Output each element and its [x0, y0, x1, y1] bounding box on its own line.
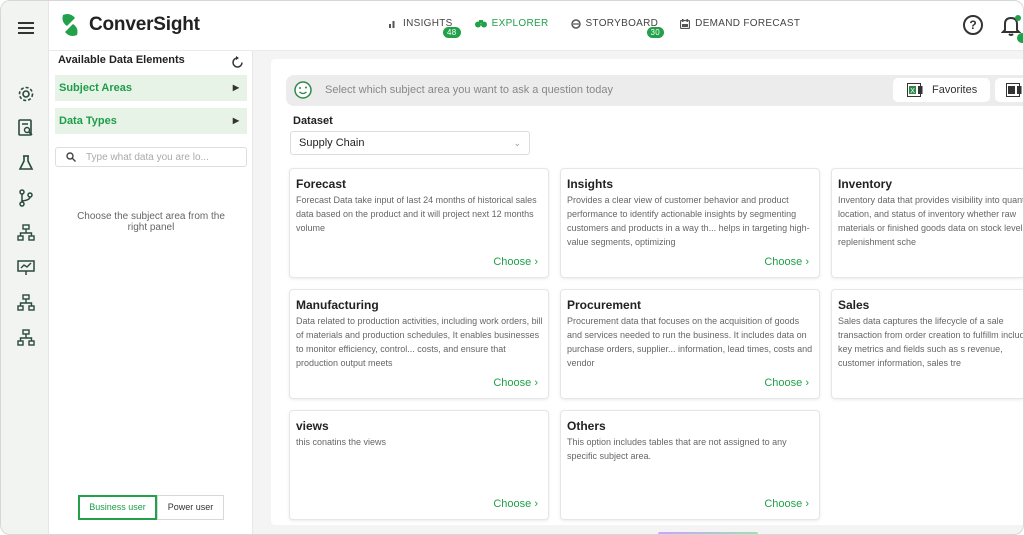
data-search: [55, 147, 247, 167]
forecast-icon: [680, 18, 691, 29]
subject-areas-label: Subject Areas: [59, 82, 132, 94]
hierarchy-icon-3[interactable]: [17, 329, 35, 347]
nav-storyboard-label: STORYBOARD: [585, 18, 659, 29]
subject-card-forecast[interactable]: Forecast Forecast Data take input of las…: [289, 168, 549, 278]
choose-link[interactable]: Choose ›: [764, 498, 809, 510]
favorites-sheet-icon: X: [907, 83, 923, 97]
expand-arrow-icon: ▶: [232, 83, 239, 92]
choose-link[interactable]: Choose ›: [764, 377, 809, 389]
menu-icon[interactable]: [18, 21, 34, 34]
dataset-value: Supply Chain: [299, 137, 365, 149]
flask-icon[interactable]: [17, 154, 35, 172]
subject-card-manufacturing[interactable]: Manufacturing Data related to production…: [289, 289, 549, 399]
nav-demand-forecast[interactable]: DEMAND FORECAST: [680, 18, 800, 29]
dataset-select[interactable]: Supply Chain ⌄: [290, 131, 530, 155]
favorites-button[interactable]: X Favorites: [893, 78, 990, 102]
hierarchy-icon[interactable]: [17, 224, 35, 242]
ask-placeholder: Select which subject area you want to as…: [325, 84, 614, 96]
card-description: This option includes tables that are not…: [567, 437, 787, 461]
search-icon: [66, 152, 76, 162]
subject-card-others[interactable]: Others This option includes tables that …: [560, 410, 820, 520]
icon-rail: [1, 1, 49, 534]
chevron-right-icon: ›: [805, 377, 809, 389]
card-title: Insights: [567, 177, 614, 191]
data-search-input[interactable]: [86, 150, 242, 164]
subject-card-sales[interactable]: Sales Sales data captures the lifecycle …: [831, 289, 1024, 399]
binoculars-icon: [474, 20, 487, 28]
chevron-right-icon: ›: [534, 498, 538, 510]
report-search-icon[interactable]: [17, 119, 35, 137]
conversight-logo-icon: [57, 12, 83, 38]
branch-icon[interactable]: [17, 189, 35, 207]
bar-chart-icon: [389, 21, 395, 28]
business-user-button[interactable]: Business user: [78, 495, 157, 520]
data-elements-panel: Available Data Elements Subject Areas ▶ …: [49, 51, 253, 534]
panel-title: Available Data Elements: [58, 54, 185, 66]
nav-demand-forecast-label: DEMAND FORECAST: [695, 18, 801, 29]
notification-badge: [1017, 33, 1023, 43]
dataset-label: Dataset: [293, 115, 333, 127]
chevron-down-icon: ⌄: [513, 138, 521, 148]
chevron-right-icon: ›: [805, 256, 809, 268]
chevron-right-icon: ›: [534, 377, 538, 389]
choose-link[interactable]: Choose ›: [493, 256, 538, 268]
card-title: Inventory: [838, 177, 893, 191]
card-title: Manufacturing: [296, 298, 379, 312]
nav-storyboard[interactable]: STORYBOARD 30: [570, 18, 665, 38]
card-description: this conatins the views: [296, 437, 387, 447]
settings-gear-icon[interactable]: [17, 85, 35, 103]
sheet-icon: [1006, 83, 1022, 97]
data-types-accordion[interactable]: Data Types ▶: [55, 108, 247, 134]
choose-link[interactable]: Choose ›: [493, 377, 538, 389]
top-nav: INSIGHTS 48 EXPLORER STORYBOARD 30 DEMAN…: [389, 18, 822, 38]
subject-areas-accordion[interactable]: Subject Areas ▶: [55, 75, 247, 101]
logo[interactable]: ConverSight: [57, 12, 200, 38]
subject-card-procurement[interactable]: Procurement Procurement data that focuse…: [560, 289, 820, 399]
logo-text: ConverSight: [89, 14, 200, 35]
card-description: Provides a clear view of customer behavi…: [567, 195, 810, 247]
storyboard-icon: [570, 18, 581, 29]
card-title: Others: [567, 419, 606, 433]
chevron-right-icon: ›: [805, 498, 809, 510]
subject-card-insights[interactable]: Insights Provides a clear view of custom…: [560, 168, 820, 278]
card-title: Forecast: [296, 177, 347, 191]
nav-explorer[interactable]: EXPLORER: [474, 18, 549, 29]
subject-card-views[interactable]: views this conatins the views Choose ›: [289, 410, 549, 520]
card-description: Forecast Data take input of last 24 mont…: [296, 195, 537, 233]
card-description: Sales data captures the lifecycle of a s…: [838, 316, 1024, 368]
card-description: Procurement data that focuses on the acq…: [567, 316, 813, 368]
assistant-face-icon: [294, 81, 312, 99]
insights-count-badge: 48: [443, 27, 461, 38]
app-window: ConverSight INSIGHTS 48 EXPLORER STORYBO…: [0, 0, 1024, 535]
storyboard-count-badge: 30: [646, 27, 665, 38]
empty-state-message: Choose the subject area from the right p…: [77, 211, 225, 233]
top-bar: ConverSight INSIGHTS 48 EXPLORER STORYBO…: [1, 1, 1023, 51]
chevron-right-icon: ›: [534, 256, 538, 268]
expand-arrow-icon: ▶: [232, 116, 239, 125]
card-title: views: [296, 419, 329, 433]
power-user-button[interactable]: Power user: [157, 495, 224, 520]
subject-card-inventory[interactable]: Inventory Inventory data that provides v…: [831, 168, 1024, 278]
presentation-icon[interactable]: [17, 259, 35, 277]
favorites-label: Favorites: [932, 84, 978, 96]
notification-dot: [1015, 15, 1021, 21]
help-icon[interactable]: ?: [963, 15, 983, 35]
card-title: Procurement: [567, 298, 642, 312]
card-description: Inventory data that provides visibility …: [838, 195, 1024, 247]
choose-link[interactable]: Choose ›: [764, 256, 809, 268]
more-button[interactable]: [995, 78, 1023, 102]
svg-text:X: X: [910, 88, 915, 95]
nav-explorer-label: EXPLORER: [491, 18, 549, 29]
card-title: Sales: [838, 298, 870, 312]
nav-insights[interactable]: INSIGHTS 48: [389, 18, 461, 38]
data-types-label: Data Types: [59, 115, 117, 127]
card-description: Data related to production activities, i…: [296, 316, 543, 368]
choose-link[interactable]: Choose ›: [493, 498, 538, 510]
hierarchy-icon-2[interactable]: [17, 294, 35, 312]
refresh-icon[interactable]: [231, 56, 244, 69]
